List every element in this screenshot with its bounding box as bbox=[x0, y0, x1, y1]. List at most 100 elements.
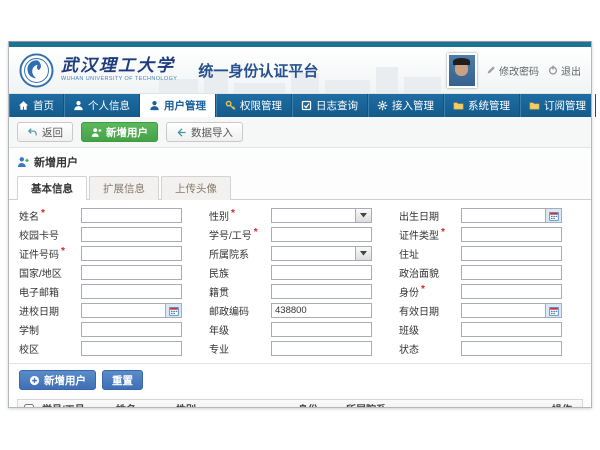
select-all-checkbox[interactable] bbox=[24, 404, 34, 408]
field-label-address: 住址 bbox=[399, 246, 461, 261]
birth-date-input[interactable] bbox=[461, 208, 546, 223]
form-field-campus: 校区 bbox=[19, 341, 201, 356]
name-input[interactable] bbox=[81, 208, 182, 223]
field-label-text: 状态 bbox=[399, 341, 419, 356]
form-field-class: 班级 bbox=[399, 322, 581, 337]
field-input-wrap bbox=[461, 322, 562, 337]
campus-card-no-input[interactable] bbox=[81, 227, 182, 242]
campus-input[interactable] bbox=[81, 341, 182, 356]
field-label-text: 国家/地区 bbox=[19, 265, 62, 280]
field-label-text: 民族 bbox=[209, 265, 229, 280]
nav-item-log-query[interactable]: 日志查询 bbox=[292, 94, 368, 117]
valid-date-input[interactable] bbox=[461, 303, 546, 318]
calendar-icon bbox=[549, 306, 559, 316]
form-field-campus-card-no: 校园卡号 bbox=[19, 227, 201, 242]
identity-input[interactable] bbox=[461, 284, 562, 299]
change-password-label: 修改密码 bbox=[499, 63, 539, 78]
nav-item-subscription-mgmt[interactable]: 订阅管理 bbox=[520, 94, 596, 117]
field-label-status: 状态 bbox=[399, 341, 461, 356]
university-logo-icon bbox=[19, 53, 54, 88]
skyline-block bbox=[325, 80, 370, 93]
back-button-label: 返回 bbox=[42, 125, 63, 140]
field-input-wrap bbox=[271, 303, 372, 318]
nav-item-label: 权限管理 bbox=[240, 98, 282, 113]
ethnicity-input[interactable] bbox=[271, 265, 372, 280]
field-label-text: 所属院系 bbox=[209, 246, 249, 261]
field-input-wrap bbox=[81, 284, 182, 299]
field-input-wrap bbox=[81, 341, 182, 356]
users-table: 学号/工号姓名性别身份所属院系操作 bbox=[17, 399, 583, 407]
valid-date-calendar-button[interactable] bbox=[546, 303, 562, 318]
form-field-ethnicity: 民族 bbox=[209, 265, 391, 280]
main-nav: 首页个人信息用户管理权限管理日志查询接入管理系统管理订阅管理 bbox=[9, 94, 591, 117]
major-input[interactable] bbox=[271, 341, 372, 356]
form-field-status: 状态 bbox=[399, 341, 581, 356]
enrollment-date-calendar-button[interactable] bbox=[166, 303, 182, 318]
skyline-block bbox=[376, 67, 398, 93]
grade-input[interactable] bbox=[271, 322, 372, 337]
department-dropdown-button[interactable] bbox=[356, 246, 372, 261]
field-label-text: 专业 bbox=[209, 341, 229, 356]
tab-upload-avatar[interactable]: 上传头像 bbox=[161, 176, 231, 200]
field-input-wrap bbox=[271, 284, 372, 299]
nav-item-permission-mgmt[interactable]: 权限管理 bbox=[216, 94, 292, 117]
id-type-input[interactable] bbox=[461, 227, 562, 242]
schooling-length-input[interactable] bbox=[81, 322, 182, 337]
back-button[interactable]: 返回 bbox=[17, 122, 73, 142]
nav-item-home[interactable]: 首页 bbox=[9, 94, 64, 117]
nav-item-user-mgmt[interactable]: 用户管理 bbox=[140, 94, 216, 117]
class-input[interactable] bbox=[461, 322, 562, 337]
tab-extended-info[interactable]: 扩展信息 bbox=[89, 176, 159, 200]
native-place-input[interactable] bbox=[271, 284, 372, 299]
field-label-email: 电子邮箱 bbox=[19, 284, 81, 299]
field-label-id-number: 证件号码* bbox=[19, 246, 81, 261]
nav-item-personal-info[interactable]: 个人信息 bbox=[64, 94, 140, 117]
form-field-identity: 身份* bbox=[399, 284, 581, 299]
field-label-text: 住址 bbox=[399, 246, 419, 261]
student-no-input[interactable] bbox=[271, 227, 372, 242]
change-password-link[interactable]: 修改密码 bbox=[486, 63, 539, 78]
required-marker: * bbox=[41, 208, 45, 223]
form-field-native-place: 籍贯 bbox=[209, 284, 391, 299]
submit-add-user-button[interactable]: 新增用户 bbox=[19, 370, 96, 390]
user-avatar bbox=[447, 53, 477, 88]
nav-item-system-mgmt[interactable]: 系统管理 bbox=[444, 94, 520, 117]
field-label-text: 邮政编码 bbox=[209, 303, 249, 318]
id-number-input[interactable] bbox=[81, 246, 182, 261]
enrollment-date-input[interactable] bbox=[81, 303, 166, 318]
form-field-valid-date: 有效日期 bbox=[399, 303, 581, 318]
required-marker: * bbox=[421, 284, 425, 299]
field-label-text: 身份 bbox=[399, 284, 419, 299]
email-input[interactable] bbox=[81, 284, 182, 299]
data-import-button[interactable]: 数据导入 bbox=[166, 122, 243, 142]
table-header-student-no: 学号/工号 bbox=[40, 401, 114, 407]
political-status-input[interactable] bbox=[461, 265, 562, 280]
tab-basic-info[interactable]: 基本信息 bbox=[17, 176, 87, 200]
table-header-department: 所属院系 bbox=[344, 401, 550, 407]
birth-date-calendar-button[interactable] bbox=[546, 208, 562, 223]
nav-item-label: 接入管理 bbox=[392, 98, 434, 113]
add-user-toolbar-button[interactable]: 新增用户 bbox=[81, 122, 158, 142]
reset-button[interactable]: 重置 bbox=[102, 370, 143, 390]
field-input-wrap bbox=[81, 303, 182, 318]
form-field-birth-date: 出生日期 bbox=[399, 208, 581, 223]
gender-dropdown-button[interactable] bbox=[356, 208, 372, 223]
department-input[interactable] bbox=[271, 246, 356, 261]
field-label-identity: 身份* bbox=[399, 284, 461, 299]
field-label-text: 电子邮箱 bbox=[19, 284, 59, 299]
form-field-student-no: 学号/工号* bbox=[209, 227, 391, 242]
address-input[interactable] bbox=[461, 246, 562, 261]
logout-link[interactable]: 退出 bbox=[548, 63, 581, 78]
required-marker: * bbox=[441, 227, 445, 242]
field-input-wrap bbox=[461, 208, 562, 223]
nav-item-access-mgmt[interactable]: 接入管理 bbox=[368, 94, 444, 117]
gender-input[interactable] bbox=[271, 208, 356, 223]
field-label-text: 有效日期 bbox=[399, 303, 439, 318]
table-header-gender: 性别 bbox=[174, 401, 296, 407]
status-input[interactable] bbox=[461, 341, 562, 356]
field-input-wrap bbox=[81, 246, 182, 261]
field-input-wrap bbox=[461, 284, 562, 299]
country-region-input[interactable] bbox=[81, 265, 182, 280]
postal-code-input[interactable] bbox=[271, 303, 372, 318]
field-input-wrap bbox=[461, 265, 562, 280]
